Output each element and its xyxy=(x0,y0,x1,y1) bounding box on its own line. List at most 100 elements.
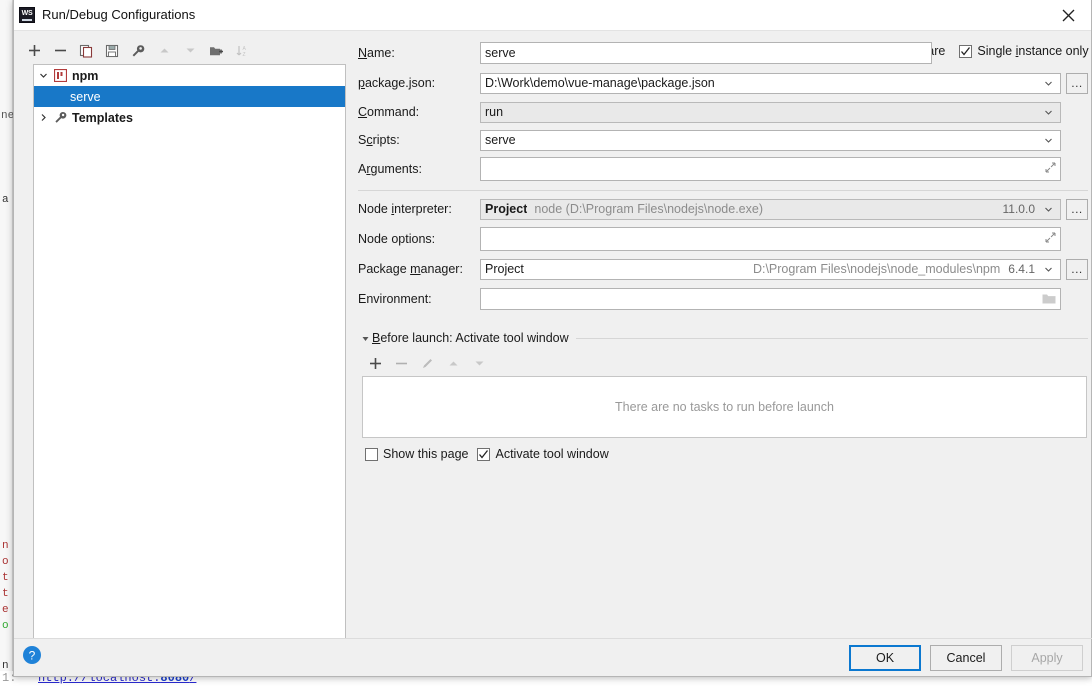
chevron-down-icon[interactable] xyxy=(1041,103,1056,122)
expand-editor-icon[interactable] xyxy=(1044,161,1057,174)
copy-configuration-button[interactable] xyxy=(73,39,99,63)
tasks-empty-message: There are no tasks to run before launch xyxy=(615,400,834,414)
dialog-titlebar: WS Run/Debug Configurations xyxy=(14,0,1091,31)
package-manager-version: 6.4.1 xyxy=(1008,262,1035,276)
help-icon[interactable]: ? xyxy=(22,645,44,667)
bg-text-fragment: o xyxy=(2,556,9,568)
chevron-down-icon[interactable] xyxy=(34,65,52,86)
name-input[interactable]: serve xyxy=(480,42,932,64)
command-label: Command: xyxy=(358,105,420,119)
node-interpreter-label: Node interpreter: xyxy=(358,202,452,216)
show-this-page-checkbox[interactable]: Show this page xyxy=(365,447,468,461)
arguments-label: Arguments: xyxy=(358,162,422,176)
close-icon[interactable] xyxy=(1045,0,1091,30)
name-input-value: serve xyxy=(485,46,516,60)
command-value: run xyxy=(485,105,504,119)
package-manager-select[interactable]: Project D:\Program Files\nodejs\node_mod… xyxy=(480,258,1061,280)
folder-icon[interactable] xyxy=(1041,292,1056,306)
package-manager-scope: Project xyxy=(485,262,524,276)
node-options-row: Node options: xyxy=(358,224,1088,254)
npm-icon xyxy=(52,68,68,84)
chevron-right-icon[interactable] xyxy=(34,107,52,128)
chevron-down-icon[interactable] xyxy=(1041,200,1056,219)
task-move-up-button[interactable] xyxy=(440,351,466,375)
bg-text-fragment: a xyxy=(2,194,9,206)
chevron-down-icon[interactable] xyxy=(1041,260,1056,279)
form-separator xyxy=(358,190,1088,191)
save-configuration-button[interactable] xyxy=(99,39,125,63)
before-launch-title: Before launch: Activate tool window xyxy=(372,331,569,345)
tree-node-npm[interactable]: npm xyxy=(34,65,345,86)
package-manager-label: Package manager: xyxy=(358,262,463,276)
bg-text-fragment: n xyxy=(2,540,9,552)
move-down-button[interactable] xyxy=(177,39,203,63)
scripts-row: Scripts: serve xyxy=(358,126,1088,154)
remove-task-button[interactable] xyxy=(388,351,414,375)
move-up-button[interactable] xyxy=(151,39,177,63)
node-interpreter-select[interactable]: Project node (D:\Program Files\nodejs\no… xyxy=(480,198,1061,220)
activate-tool-window-checkbox-box xyxy=(477,447,491,461)
environment-label: Environment: xyxy=(358,292,432,306)
scripts-label: Scripts: xyxy=(358,133,400,147)
bg-text-fragment: t xyxy=(2,588,9,600)
configurations-tree[interactable]: npm serve Templates xyxy=(33,64,346,639)
task-move-down-button[interactable] xyxy=(466,351,492,375)
ok-button[interactable]: OK xyxy=(849,645,921,671)
remove-configuration-button[interactable] xyxy=(47,39,73,63)
tree-node-label: npm xyxy=(72,68,99,83)
footer-separator xyxy=(14,638,1092,639)
chevron-down-icon[interactable] xyxy=(1041,131,1056,150)
bg-text-fragment: e xyxy=(2,604,9,616)
node-interpreter-version: 11.0.0 xyxy=(1002,202,1035,216)
node-interpreter-browse-button[interactable]: ... xyxy=(1066,198,1088,220)
dialog-buttons: OK Cancel Apply xyxy=(849,645,1083,671)
tree-node-label: serve xyxy=(70,89,101,104)
cancel-button[interactable]: Cancel xyxy=(930,645,1002,671)
add-task-button[interactable] xyxy=(362,351,388,375)
pencil-icon[interactable] xyxy=(414,351,440,375)
package-json-row: package.json: D:\Work\demo\vue-manage\pa… xyxy=(358,68,1088,98)
command-row: Command: run xyxy=(358,98,1088,126)
sort-alpha-icon[interactable]: AZ xyxy=(229,39,255,63)
activate-tool-window-checkbox[interactable]: Activate tool window xyxy=(477,447,609,461)
chevron-down-icon[interactable] xyxy=(1041,74,1056,93)
show-this-page-label: Show this page xyxy=(383,447,469,461)
show-this-page-checkbox-box xyxy=(365,447,378,461)
svg-text:Z: Z xyxy=(243,52,246,58)
wrench-icon[interactable] xyxy=(125,39,151,63)
before-launch-rule xyxy=(575,337,1088,339)
scripts-select[interactable]: serve xyxy=(480,129,1061,151)
package-manager-path: D:\Program Files\nodejs\node_modules\npm xyxy=(752,262,1001,276)
add-configuration-button[interactable] xyxy=(21,39,47,63)
apply-button[interactable]: Apply xyxy=(1011,645,1083,671)
package-json-input[interactable]: D:\Work\demo\vue-manage\package.json xyxy=(480,72,1061,94)
wrench-icon xyxy=(52,110,68,126)
before-launch-tasks-list[interactable]: There are no tasks to run before launch xyxy=(362,376,1087,438)
scripts-value: serve xyxy=(485,133,516,147)
node-options-label: Node options: xyxy=(358,232,436,246)
webstorm-logo-icon: WS xyxy=(19,7,35,23)
tree-node-serve[interactable]: serve xyxy=(34,86,345,107)
new-folder-button[interactable] xyxy=(203,39,229,63)
node-interpreter-row: Node interpreter: Project node (D:\Progr… xyxy=(358,194,1088,224)
node-interpreter-scope: Project xyxy=(485,202,528,216)
bg-text-fragment: o xyxy=(2,620,9,632)
command-select[interactable]: run xyxy=(480,101,1061,123)
environment-row: Environment: xyxy=(358,284,1088,314)
package-manager-row: Package manager: Project D:\Program File… xyxy=(358,254,1088,284)
bg-text-fragment: t xyxy=(2,572,9,584)
arguments-row: Arguments: xyxy=(358,154,1088,184)
configuration-form: Name: serve package.json: D:\Work\demo\v… xyxy=(358,38,1088,314)
environment-input[interactable] xyxy=(480,288,1061,310)
activate-tool-window-label: Activate tool window xyxy=(495,447,609,461)
dialog-title: Run/Debug Configurations xyxy=(42,7,196,22)
package-manager-browse-button[interactable]: ... xyxy=(1066,258,1088,280)
node-options-input[interactable] xyxy=(480,227,1061,251)
expand-editor-icon[interactable] xyxy=(1044,231,1057,244)
tree-node-templates[interactable]: Templates xyxy=(34,107,345,128)
package-json-browse-button[interactable]: ... xyxy=(1066,72,1088,94)
run-debug-configurations-dialog: WS Run/Debug Configurations A Z npm serv… xyxy=(13,0,1092,677)
node-interpreter-value: node (D:\Program Files\nodejs\node.exe) xyxy=(534,202,763,216)
arguments-input[interactable] xyxy=(480,157,1061,181)
collapse-triangle-icon[interactable] xyxy=(358,334,372,343)
